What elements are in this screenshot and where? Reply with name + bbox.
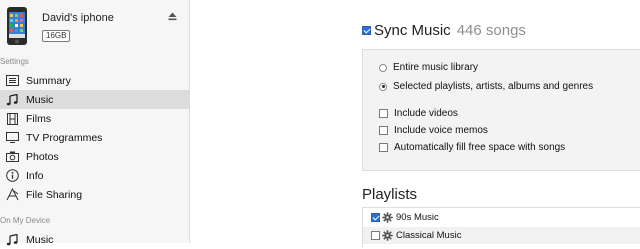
eject-icon[interactable]	[168, 12, 177, 21]
autofill-checkbox[interactable]	[379, 143, 388, 152]
film-icon	[5, 112, 19, 126]
include-voice-memos-option[interactable]: Include voice memos	[379, 125, 488, 136]
sidebar-item-label: Music	[26, 93, 54, 106]
smart-playlist-gear-icon	[382, 212, 393, 223]
music-note-icon	[5, 93, 19, 107]
sidebar-item-music[interactable]: Music	[0, 90, 189, 109]
include-voice-memos-checkbox[interactable]	[379, 126, 388, 135]
sidebar-item-file-sharing[interactable]: File Sharing	[0, 185, 189, 204]
sidebar-item-label: Photos	[26, 150, 59, 163]
option-label: Entire music library	[393, 62, 479, 73]
file-sharing-icon	[5, 188, 19, 202]
sidebar-item-label: Music	[26, 233, 54, 246]
option-label: Include videos	[394, 108, 458, 119]
playlists-list: 90s Music Classical Music	[362, 207, 640, 247]
sidebar-item-label: Summary	[26, 74, 71, 87]
sidebar-item-on-device-music[interactable]: Music	[0, 230, 189, 249]
sidebar-item-label: TV Programmes	[26, 131, 103, 144]
sync-music-label: Sync Music	[374, 22, 451, 39]
selected-items-option[interactable]: Selected playlists, artists, albums and …	[379, 81, 593, 92]
tv-icon	[5, 131, 19, 145]
device-header[interactable]: David's iphone 16GB	[0, 0, 190, 52]
summary-icon	[5, 74, 19, 88]
song-count: 446 songs	[456, 22, 526, 39]
entire-library-radio[interactable]	[379, 63, 387, 72]
option-label: Selected playlists, artists, albums and …	[393, 81, 594, 92]
sync-options-panel: Entire music library Selected playlists,…	[362, 49, 640, 171]
info-icon	[5, 169, 19, 183]
sidebar-item-label: File Sharing	[26, 188, 83, 201]
include-videos-checkbox[interactable]	[379, 109, 388, 118]
on-my-device-section-label: On My Device	[0, 216, 51, 225]
camera-icon	[5, 150, 19, 164]
playlist-name: 90s Music	[396, 212, 439, 223]
sidebar-item-label: Films	[26, 112, 52, 125]
sync-music-checkbox[interactable]	[362, 26, 371, 35]
playlist-checkbox[interactable]	[371, 231, 380, 240]
playlist-checkbox[interactable]	[371, 213, 380, 222]
capacity-badge: 16GB	[42, 30, 71, 42]
selected-items-radio[interactable]	[379, 82, 387, 91]
device-name: David's iphone	[42, 12, 114, 24]
iphone-icon	[7, 7, 27, 45]
sidebar-item-tv-programmes[interactable]: TV Programmes	[0, 128, 189, 147]
sidebar-item-photos[interactable]: Photos	[0, 147, 189, 166]
playlist-name: Classical Music	[396, 230, 462, 241]
option-label: Include voice memos	[394, 125, 488, 136]
playlists-heading: Playlists	[362, 186, 418, 203]
entire-library-option[interactable]: Entire music library	[379, 62, 478, 73]
main-panel: Sync Music 446 songs Entire music librar…	[190, 0, 640, 247]
sidebar-item-info[interactable]: Info	[0, 166, 189, 185]
playlist-row-90s-music[interactable]: 90s Music	[363, 209, 640, 226]
sidebar: David's iphone 16GB Settings Summary Mus…	[0, 0, 190, 246]
playlist-row-classical-music[interactable]: Classical Music	[363, 227, 640, 244]
include-videos-option[interactable]: Include videos	[379, 108, 458, 119]
sidebar-item-label: Info	[26, 169, 44, 182]
option-label: Automatically fill free space with songs	[394, 142, 566, 153]
autofill-option[interactable]: Automatically fill free space with songs	[379, 142, 565, 153]
sidebar-item-films[interactable]: Films	[0, 109, 189, 128]
settings-section-label: Settings	[0, 57, 29, 66]
smart-playlist-gear-icon	[382, 230, 393, 241]
sync-music-row: Sync Music 446 songs	[362, 22, 526, 39]
music-note-icon	[5, 233, 19, 247]
sidebar-item-summary[interactable]: Summary	[0, 71, 189, 90]
